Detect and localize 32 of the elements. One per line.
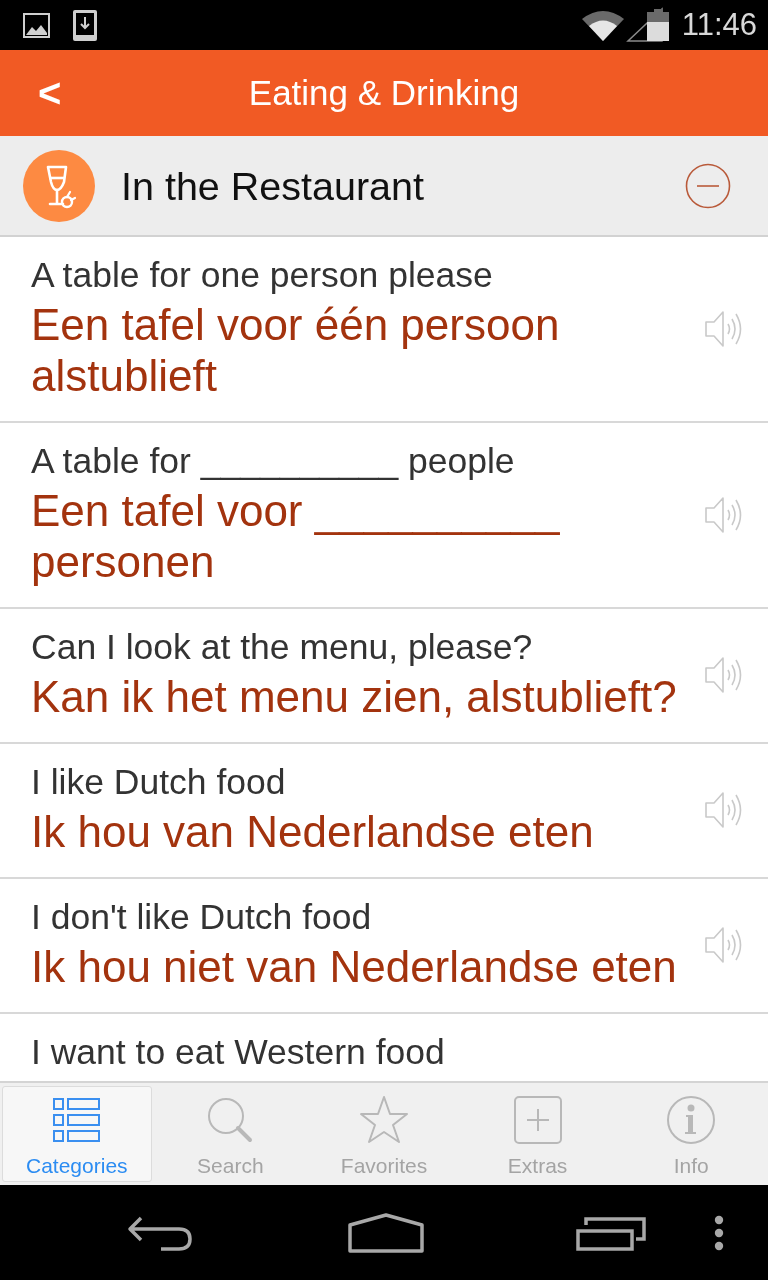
phrase-row[interactable]: A table for one person please Een tafel voor één persoon alstublieft — [0, 237, 768, 423]
english-phrase: I like Dutch food — [31, 763, 287, 801]
english-phrase: I want to eat Western food — [31, 1033, 446, 1071]
list-icon — [51, 1095, 102, 1145]
goblet-icon — [23, 149, 95, 222]
dutch-translation: Ik hou van Nederlandse eten — [31, 806, 595, 857]
category-title: In the Restaurant — [121, 162, 426, 210]
english-phrase: A table for one person please — [31, 256, 494, 294]
phrase-row[interactable]: I like Dutch food Ik hou van Nederlandse eten — [0, 744, 768, 879]
wifi-icon — [579, 9, 626, 41]
clock-time: 11:46 — [681, 7, 757, 43]
picture-icon — [23, 12, 50, 38]
recent-apps-icon[interactable] — [576, 1214, 648, 1251]
overflow-menu-icon[interactable] — [714, 1214, 724, 1251]
english-phrase: A table for __________ people — [31, 442, 516, 480]
phrase-row[interactable]: A table for __________ people Een tafel voor __________ personen — [0, 423, 768, 609]
star-icon — [359, 1095, 409, 1145]
plus-square-icon — [512, 1095, 563, 1145]
dutch-translation: Kan ik het menu zien, alstublieft? — [31, 671, 678, 722]
dutch-translation: Een tafel voor één persoon alstublieft — [31, 299, 561, 401]
home-icon[interactable] — [348, 1212, 424, 1253]
phrase-row[interactable]: Can I look at the menu, please? Kan ik het menu zien, alstublieft? — [0, 609, 768, 744]
dutch-translation: Ik hou niet van Nederlandse eten — [31, 941, 678, 992]
english-phrase: I don't like Dutch food — [31, 898, 373, 936]
dutch-translation: Een tafel voor __________ personen — [31, 485, 561, 587]
info-icon — [666, 1095, 717, 1145]
download-icon — [73, 9, 97, 41]
minus-circle-icon[interactable] — [685, 162, 731, 209]
english-phrase: Can I look at the menu, please? — [31, 628, 534, 666]
phrase-row[interactable]: I don't like Dutch food Ik hou niet van Nederlandse eten — [0, 879, 768, 1014]
battery-icon — [646, 9, 669, 41]
screen-title: Eating & Drinking — [248, 72, 520, 114]
